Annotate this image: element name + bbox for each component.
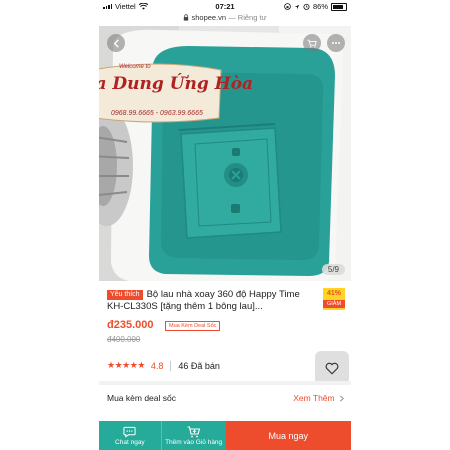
url-privacy: Riêng tư: [237, 13, 267, 22]
battery-icon: [331, 2, 347, 11]
star-icon: ★: [137, 360, 145, 370]
chat-label: Chat ngay: [115, 438, 145, 446]
cart-icon: [307, 39, 317, 47]
back-button[interactable]: [107, 34, 125, 52]
discount-percent: 41%: [326, 290, 341, 297]
watermark-subtitle: Welcome to: [119, 64, 151, 70]
discount-badge: 41% GIẢM: [323, 288, 345, 310]
watermark-phone: 0968.99.6665 - 0963.99.6665: [111, 110, 203, 117]
add-to-cart-label: Thêm vào Giỏ hàng: [165, 438, 223, 446]
deal-section-label: Mua kèm deal sốc: [107, 393, 176, 403]
lock-icon: [184, 14, 189, 21]
chat-button[interactable]: Chat ngay: [99, 421, 162, 450]
see-more-label: Xem Thêm: [293, 393, 335, 403]
heart-icon: [325, 362, 339, 375]
more-button[interactable]: [327, 34, 345, 52]
url-separator: —: [228, 13, 236, 22]
product-image[interactable]: Welcome to ia Dung Ứng Hòa 0968.99.6665 …: [99, 26, 351, 281]
sold-count: 46 Đã bán: [178, 360, 220, 371]
product-title[interactable]: Yêu thích Bộ lau nhà xoay 360 độ Happy Ti…: [107, 289, 315, 313]
url-domain: shopee.vn: [191, 13, 227, 22]
more-icon: [332, 42, 340, 44]
url-bar[interactable]: shopee.vn — Riêng tư: [99, 12, 351, 24]
deal-section[interactable]: Mua kèm deal sốc Xem Thêm: [99, 385, 351, 409]
rating-row[interactable]: ★★★★★ 4.8 46 Đã bán: [107, 360, 220, 371]
old-price: đ400.000: [107, 335, 141, 344]
product-info: Yêu thích Bộ lau nhà xoay 360 độ Happy Ti…: [99, 281, 351, 385]
alarm-icon: [303, 3, 310, 10]
location-icon: [294, 4, 300, 9]
favorite-tag: Yêu thích: [107, 290, 143, 300]
bottom-action-bar: Chat ngay Thêm vào Giỏ hàng Mua ngay: [99, 421, 351, 450]
chevron-right-icon: [339, 395, 344, 402]
rating-divider: [170, 360, 172, 371]
chat-icon: [123, 426, 136, 438]
status-right: 86%: [284, 2, 347, 11]
like-button[interactable]: [315, 351, 349, 385]
star-icon: ★: [107, 360, 115, 370]
current-price: đ235.000: [107, 319, 154, 331]
buy-now-button[interactable]: Mua ngay: [225, 421, 351, 450]
image-counter: 5/9: [321, 264, 345, 275]
add-to-cart-button[interactable]: Thêm vào Giỏ hàng: [161, 421, 226, 450]
cart-button[interactable]: [303, 34, 321, 52]
rating-stars: ★★★★★: [107, 360, 145, 371]
deal-badge: Mua Kèm Deal Sốc: [165, 321, 221, 331]
lock-rotation-icon: [284, 3, 291, 10]
back-icon: [113, 38, 119, 48]
discount-label: GIẢM: [323, 300, 345, 308]
battery-percent: 86%: [312, 2, 328, 11]
see-more-link[interactable]: Xem Thêm: [293, 393, 345, 403]
phone-screen: Viettel 07:21 86% shopee.vn — Riêng tư W…: [99, 0, 351, 450]
buy-now-label: Mua ngay: [268, 430, 309, 441]
add-to-cart-icon: [187, 425, 200, 437]
star-icon: ★: [122, 360, 130, 370]
status-bar: Viettel 07:21 86%: [99, 0, 351, 12]
rating-score: 4.8: [150, 360, 164, 371]
watermark-title: ia Dung Ứng Hòa: [99, 74, 254, 94]
